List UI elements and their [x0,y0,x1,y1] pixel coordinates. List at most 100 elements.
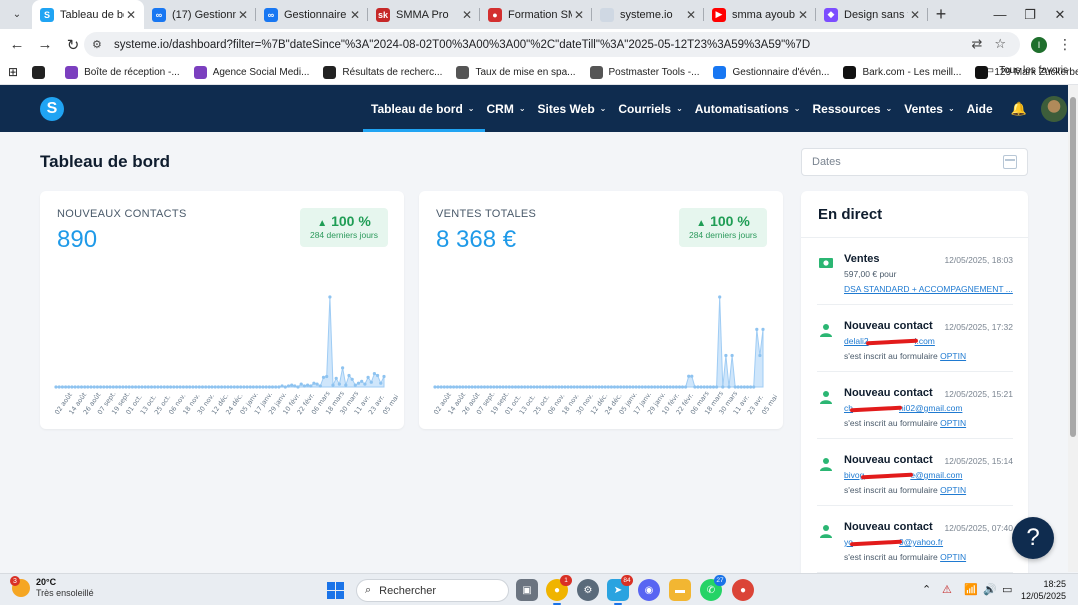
data-point[interactable] [680,385,685,389]
data-point[interactable] [331,383,335,387]
data-point[interactable] [372,372,376,376]
browser-tab[interactable]: S Tableau de bord✕ [32,0,144,29]
data-point[interactable] [283,385,287,389]
data-point[interactable] [137,385,141,389]
data-point[interactable] [476,385,480,389]
data-point[interactable] [715,385,719,389]
data-point[interactable] [684,385,688,389]
data-point[interactable] [73,385,77,389]
data-point[interactable] [544,385,548,389]
close-tab-icon[interactable]: ✕ [124,8,138,22]
data-point[interactable] [286,384,291,388]
close-tab-icon[interactable]: ✕ [684,8,698,22]
tab-search-button[interactable]: ⌄ [4,4,30,26]
data-point[interactable] [591,385,595,389]
data-point[interactable] [251,385,255,389]
close-tab-icon[interactable]: ✕ [908,8,922,22]
data-point[interactable] [677,385,682,389]
data-point[interactable] [433,385,437,389]
data-point[interactable] [594,385,598,389]
data-point[interactable] [134,385,138,389]
data-point[interactable] [79,385,84,389]
data-point[interactable] [752,385,756,389]
chrome-profile-icon[interactable]: ● [732,579,754,601]
data-point[interactable] [439,385,443,389]
data-point[interactable] [535,385,539,389]
data-point[interactable] [436,385,440,389]
data-point[interactable] [350,377,354,381]
data-point[interactable] [575,385,579,389]
data-point[interactable] [588,385,592,389]
data-point[interactable] [448,385,453,389]
translate-icon[interactable]: ⇄ [971,36,982,52]
data-point[interactable] [578,385,582,389]
data-point[interactable] [321,375,326,379]
data-point[interactable] [470,385,474,389]
data-point[interactable] [216,385,220,389]
data-point[interactable] [70,385,74,389]
data-point[interactable] [742,385,746,389]
notification-bell-icon[interactable]: 🔔 [1011,101,1027,117]
data-point[interactable] [344,383,348,387]
data-point[interactable] [341,366,345,370]
data-point[interactable] [560,385,564,389]
menu-item[interactable]: Ventes ⌄ [904,85,954,132]
page-scrollbar[interactable] [1068,85,1078,572]
menu-item[interactable]: Tableau de bord ⌄ [363,85,484,132]
data-point[interactable] [159,385,163,389]
data-point[interactable] [442,385,446,389]
data-point[interactable] [452,385,456,389]
data-point[interactable] [628,385,632,389]
data-point[interactable] [239,385,243,389]
close-tab-icon[interactable]: ✕ [796,8,810,22]
data-point[interactable] [538,385,542,389]
menu-item[interactable]: Courriels ⌄ [618,85,682,132]
forward-icon[interactable]: → [32,32,58,58]
data-point[interactable] [245,385,249,389]
data-point[interactable] [532,385,536,389]
data-point[interactable] [353,383,357,387]
data-point[interactable] [223,385,227,389]
data-point[interactable] [188,385,192,389]
data-point[interactable] [363,382,367,386]
data-point[interactable] [379,381,383,385]
data-point[interactable] [510,385,514,389]
data-point[interactable] [175,385,179,389]
data-point[interactable] [76,385,80,389]
menu-item[interactable]: Ressources ⌄ [812,85,892,132]
data-point[interactable] [687,374,691,378]
data-point[interactable] [513,385,518,389]
data-point[interactable] [121,385,125,389]
volume-icon[interactable]: 🔊 [983,583,997,596]
optin-form-link[interactable]: OPTIN [940,418,966,428]
data-point[interactable] [566,385,570,389]
sale-product-link[interactable]: DSA STANDARD + ACCOMPAGNEMENT ... [844,284,1013,294]
data-point[interactable] [261,385,265,389]
optin-form-link[interactable]: OPTIN [940,351,966,361]
data-point[interactable] [102,385,106,389]
data-point[interactable] [255,385,259,389]
data-point[interactable] [507,385,511,389]
data-point[interactable] [640,385,644,389]
data-point[interactable] [181,385,185,389]
settings-icon[interactable]: ⚙ [577,579,599,601]
data-point[interactable] [197,385,201,389]
data-point[interactable] [671,385,675,389]
data-point[interactable] [541,385,545,389]
data-point[interactable] [178,385,182,389]
site-info-icon[interactable]: ⚙ [92,38,108,51]
data-point[interactable] [492,385,496,389]
profile-avatar[interactable]: I [1031,37,1047,53]
bookmark-item[interactable] [32,65,51,79]
data-point[interactable] [54,385,58,389]
data-point[interactable] [290,383,294,387]
data-point[interactable] [653,385,657,389]
data-point[interactable] [293,384,297,388]
data-point[interactable] [280,384,284,388]
data-point[interactable] [325,374,329,379]
data-point[interactable] [369,380,373,384]
browser-tab[interactable]: systeme.io ✕ [592,0,704,29]
data-point[interactable] [108,385,112,389]
data-point[interactable] [656,385,660,389]
bookmark-item[interactable]: Gestionnaire d'évén... [713,65,829,79]
